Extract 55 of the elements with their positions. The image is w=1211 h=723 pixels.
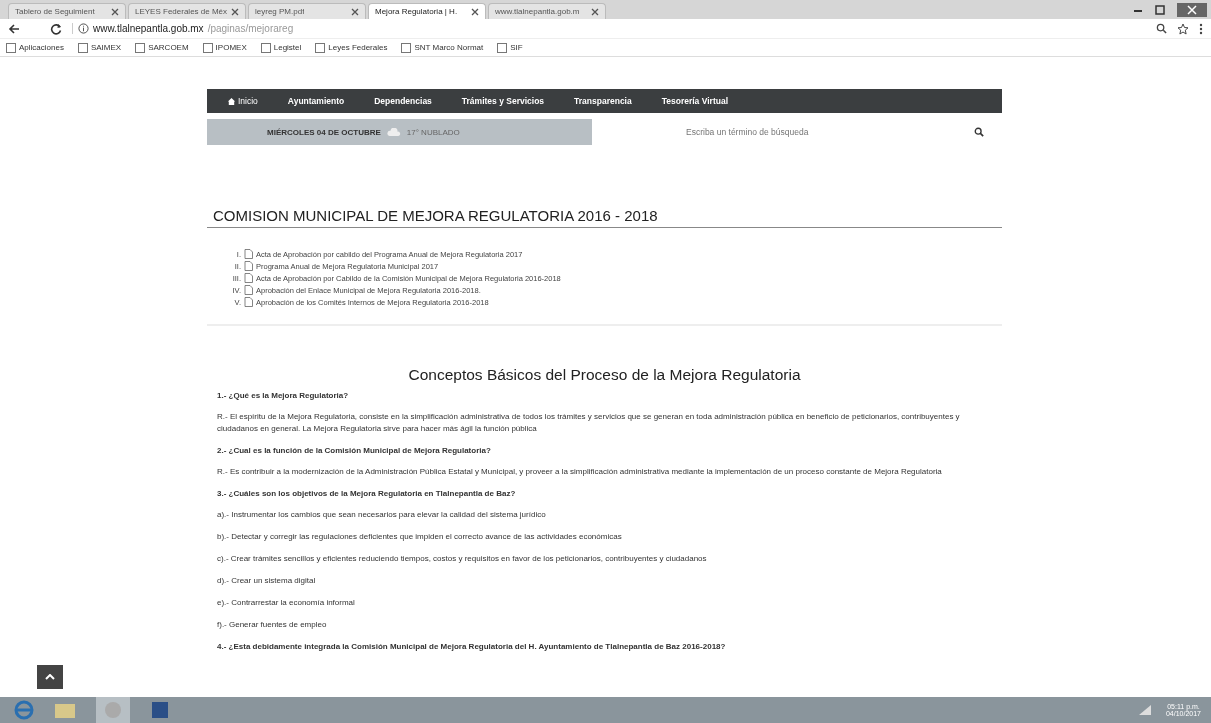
cloud-icon bbox=[386, 127, 401, 137]
question-text: 1.- ¿Qué es la Mejora Regulatoria? bbox=[217, 390, 350, 402]
info-icon bbox=[78, 23, 89, 34]
search-icon[interactable] bbox=[974, 127, 984, 137]
answer-text: R.- Es contribuir a la modernización de la Administración Pública Estatal y Municipal, y proveer a la simplificación administrativa mediante la implementación de un proceso constante de Mejora Regulatoria bbox=[217, 466, 943, 478]
close-icon[interactable] bbox=[1177, 2, 1207, 17]
nav-link[interactable]: Tesorería Virtual bbox=[661, 96, 728, 106]
bookmark[interactable]: SAIMEX bbox=[77, 42, 122, 53]
back-icon[interactable] bbox=[8, 22, 20, 35]
answer-text: d).- Crear un sistema digital bbox=[217, 575, 317, 587]
browser-tab[interactable]: Tablero de Seguimient bbox=[8, 3, 126, 19]
date-text: MIÉRCOLES 04 DE OCTUBRE bbox=[267, 127, 381, 137]
answer-text: e).- Contrarrestar la economía informal bbox=[217, 597, 356, 609]
close-icon[interactable] bbox=[231, 7, 239, 16]
nav-link[interactable]: Dependencias bbox=[374, 96, 432, 106]
section-title: COMISION MUNICIPAL DE MEJORA REGULATORIA 2016 - 2018 bbox=[207, 207, 1002, 228]
answer-text: a).- Instrumentar los cambios que sean necesarios para elevar la calidad del sistema jurídico bbox=[217, 509, 547, 521]
question-text: 2.- ¿Cual es la función de la Comisión Municipal de Mejora Regulatoria? bbox=[217, 445, 492, 457]
browser-tab[interactable]: Mejora Regulatoria | H. bbox=[368, 3, 486, 19]
question-text: 4.- ¿Esta debidamente integrada la Comisión Municipal de Mejora Regulatoria del H. Ayuntamiento de Tlalnepantla de Baz 2016-2018? bbox=[217, 641, 727, 653]
nav-link[interactable]: Trámites y Servicios bbox=[461, 96, 545, 106]
address-field[interactable]: www.tlalnepantla.gob.mx /paginas/mejorareg bbox=[72, 23, 1146, 34]
nav-link[interactable]: Ayuntamiento bbox=[287, 96, 345, 106]
bookmark[interactable]: SARCOEM bbox=[135, 42, 189, 53]
maximize-icon[interactable] bbox=[1155, 4, 1165, 15]
zoom-icon[interactable] bbox=[1156, 23, 1167, 34]
browser-tab[interactable]: www.tlalnepantla.gob.m bbox=[488, 3, 606, 19]
browser-tab[interactable]: LEYES Federales de Méx bbox=[128, 3, 246, 19]
bookmark[interactable]: SNT Marco Normat bbox=[401, 42, 484, 53]
menu-icon[interactable] bbox=[1199, 22, 1203, 35]
circle-icon bbox=[103, 700, 123, 720]
answer-text: f).- Generar fuentes de empleo bbox=[217, 619, 328, 631]
home-icon bbox=[227, 96, 236, 106]
browser-tab[interactable]: leyreg PM.pdf bbox=[248, 3, 366, 19]
scroll-top-button[interactable] bbox=[37, 665, 63, 689]
weather-text: 17° NUBLADO bbox=[406, 127, 460, 137]
close-icon[interactable] bbox=[351, 7, 359, 16]
close-icon[interactable] bbox=[591, 7, 599, 16]
reload-icon[interactable] bbox=[50, 22, 62, 35]
nav-link[interactable]: Transparencia bbox=[574, 96, 632, 106]
bookmark[interactable]: Legistel bbox=[260, 42, 302, 53]
bookmark[interactable]: Leyes Federales bbox=[315, 42, 388, 53]
star-icon[interactable] bbox=[1177, 22, 1189, 35]
bookmark[interactable]: Aplicaciones bbox=[6, 42, 64, 53]
chevron-up-icon bbox=[45, 674, 55, 680]
bookmark[interactable]: SIF bbox=[497, 42, 523, 53]
bookmark[interactable]: IPOMEX bbox=[202, 42, 247, 53]
concepts-title: Conceptos Básicos del Proceso de la Mejora Regulatoria bbox=[407, 366, 802, 384]
answer-text: c).- Crear trámites sencillos y eficientes reduciendo tiempos, costos y requisitos en favor de los peticionarios, contribuyentes y ciudadanos bbox=[217, 553, 708, 565]
answer-text: b).- Detectar y corregir las regulaciones deficientes que impiden el correcto avance de las actividades económicas bbox=[217, 531, 623, 543]
answer-text: R.- El espíritu de la Mejora Regulatoria, consiste en la simplificación administrativa de todos los trámites y servicios que se generan en toda administración pública en beneficio de peticionarios, contribuyentes y ciudadanos en general. La Mejora Regulatoria sirve para hacer más ágil la función pública bbox=[217, 411, 961, 435]
close-icon[interactable] bbox=[111, 7, 119, 16]
question-text: 3.- ¿Cuáles son los objetivos de la Mejora Regulatoria en Tlalnepantla de Baz? bbox=[217, 488, 517, 500]
nav-link[interactable]: Inicio bbox=[227, 96, 258, 106]
close-icon[interactable] bbox=[471, 7, 479, 16]
